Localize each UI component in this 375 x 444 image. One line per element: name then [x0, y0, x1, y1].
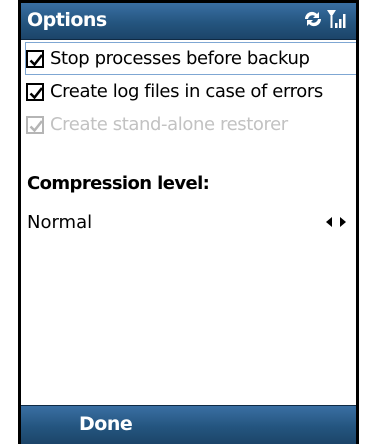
softkey-bar: Done: [21, 405, 356, 444]
status-icons: [302, 8, 348, 30]
option-create-log-files[interactable]: Create log files in case of errors: [26, 76, 323, 107]
arrow-right-icon[interactable]: [339, 212, 347, 233]
title-bar: Options: [21, 3, 356, 40]
arrow-left-icon[interactable]: [325, 212, 333, 233]
option-label: Stop processes before backup: [50, 48, 310, 69]
done-softkey[interactable]: Done: [79, 413, 133, 435]
option-label: Create log files in case of errors: [50, 81, 323, 102]
page-title: Options: [27, 9, 107, 31]
screen: Options Stop processes before backup Cre…: [0, 0, 375, 444]
option-stand-alone-restorer: Create stand-alone restorer: [26, 109, 288, 140]
sync-icon: [302, 9, 324, 29]
compression-level-label: Compression level:: [27, 173, 210, 194]
device-screen: Options Stop processes before backup Cre…: [21, 3, 356, 444]
picker-arrows: [325, 212, 347, 233]
compression-level-value: Normal: [27, 211, 93, 233]
checkbox-checked-disabled-icon: [26, 115, 44, 134]
options-content: Stop processes before backup Create log …: [21, 40, 356, 406]
checkbox-checked-icon[interactable]: [26, 49, 44, 68]
compression-level-picker[interactable]: Normal: [27, 208, 351, 236]
signal-strength-icon: [326, 8, 348, 30]
checkbox-checked-icon[interactable]: [26, 82, 44, 101]
option-label: Create stand-alone restorer: [50, 114, 288, 135]
option-stop-processes[interactable]: Stop processes before backup: [25, 42, 356, 75]
